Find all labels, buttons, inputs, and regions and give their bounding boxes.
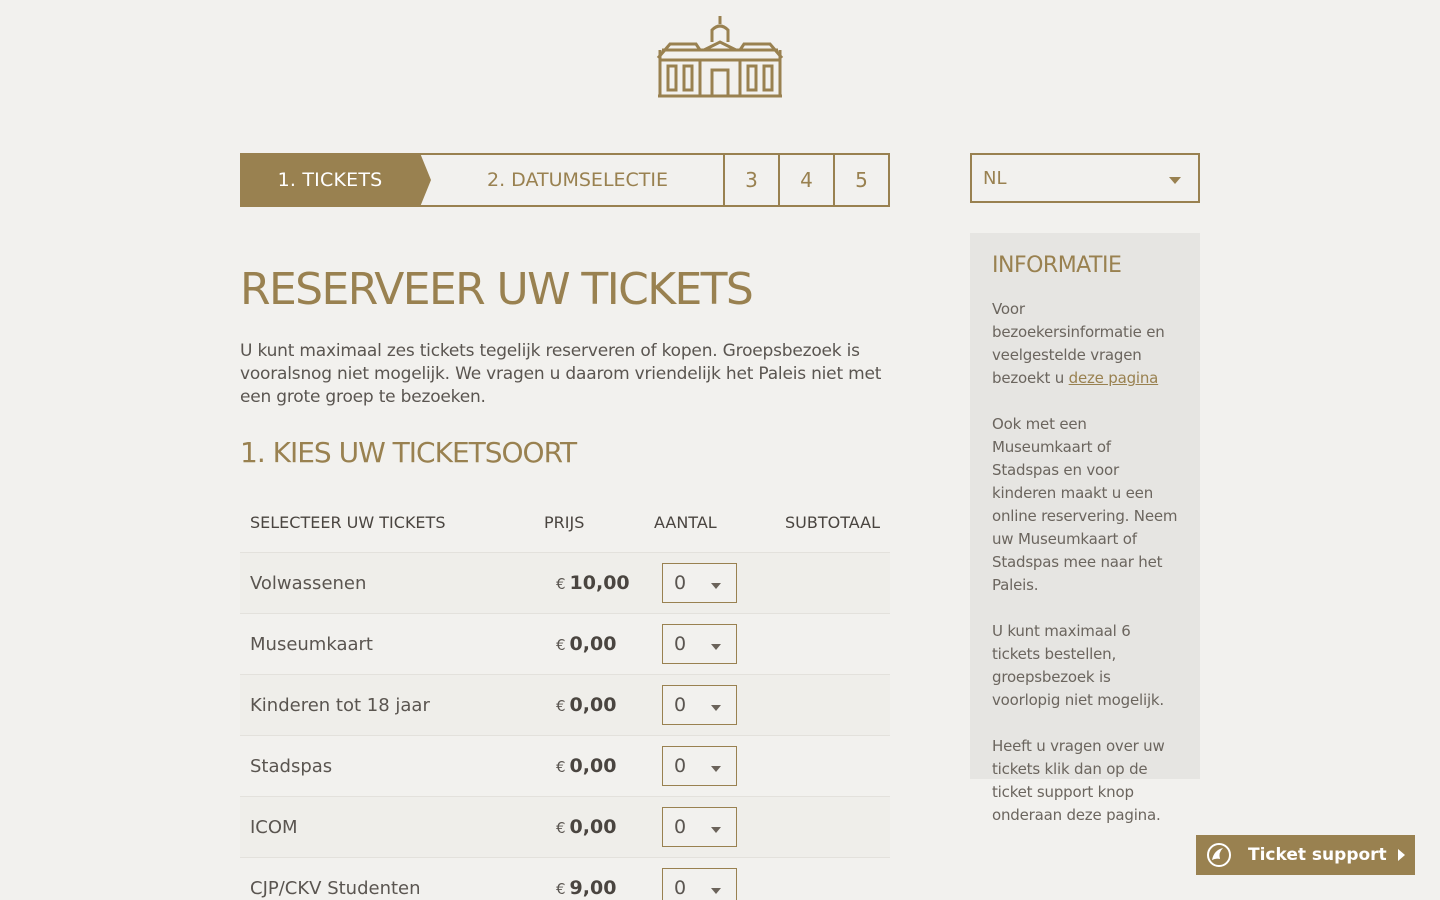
table-row: Volwassenen €10,00 0 — [240, 553, 890, 614]
ticket-name: ICOM — [250, 816, 298, 838]
quantity-select[interactable]: 0 — [662, 685, 737, 725]
section-title: 1. KIES UW TICKETSOORT — [240, 436, 577, 469]
quantity-select[interactable]: 0 — [662, 624, 737, 664]
info-panel: INFORMATIE Voor bezoekersinformatie en v… — [970, 233, 1200, 824]
quantity-select[interactable]: 0 — [662, 746, 737, 786]
ticket-price: €9,00 — [556, 877, 617, 899]
chevron-down-icon — [711, 705, 721, 711]
header-name: SELECTEER UW TICKETS — [250, 512, 446, 532]
chevron-down-icon — [711, 583, 721, 589]
ticket-name: Museumkaart — [250, 633, 373, 655]
ticket-table: SELECTEER UW TICKETS PRIJS AANTAL SUBTOT… — [240, 492, 890, 900]
ticket-name: Stadspas — [250, 755, 333, 777]
palace-icon[interactable] — [656, 14, 784, 100]
chevron-down-icon — [711, 766, 721, 772]
chevron-down-icon — [711, 827, 721, 833]
header-price: PRIJS — [544, 512, 585, 532]
chat-icon — [1207, 843, 1231, 867]
info-paragraph: Heeft u vragen over uw tickets klik dan … — [992, 737, 1165, 824]
info-paragraph: Voor bezoekersinformatie en veelgestelde… — [992, 300, 1165, 387]
ticket-name: Kinderen tot 18 jaar — [250, 694, 430, 716]
step-3[interactable]: 3 — [725, 153, 780, 207]
language-value: NL — [983, 167, 1007, 189]
page-title: RESERVEER UW TICKETS — [240, 264, 754, 315]
table-row: Stadspas €0,00 0 — [240, 736, 890, 797]
step-4[interactable]: 4 — [780, 153, 835, 207]
intro-text: U kunt maximaal zes tickets tegelijk res… — [240, 341, 882, 407]
info-title: INFORMATIE — [992, 253, 1122, 278]
ticket-price: €0,00 — [556, 694, 617, 716]
table-row: Museumkaart €0,00 0 — [240, 614, 890, 675]
step-tickets[interactable]: 1. TICKETS — [240, 153, 431, 207]
table-row: ICOM €0,00 0 — [240, 797, 890, 858]
chevron-down-icon — [1169, 177, 1181, 184]
quantity-select[interactable]: 0 — [662, 868, 737, 900]
header-subtotal: SUBTOTAAL — [785, 512, 880, 532]
header-qty: AANTAL — [654, 512, 717, 532]
ticket-price: €0,00 — [556, 816, 617, 838]
step-5[interactable]: 5 — [835, 153, 890, 207]
table-header: SELECTEER UW TICKETS PRIJS AANTAL SUBTOT… — [240, 492, 890, 553]
ticket-price: €0,00 — [556, 633, 617, 655]
language-select[interactable]: NL — [970, 153, 1200, 203]
quantity-select[interactable]: 0 — [662, 563, 737, 603]
info-paragraph: U kunt maximaal 6 tickets bestellen, gro… — [992, 622, 1164, 709]
chevron-down-icon — [711, 644, 721, 650]
quantity-select[interactable]: 0 — [662, 807, 737, 847]
ticket-support-label: Ticket support — [1248, 845, 1387, 865]
info-paragraph: Ook met een Museumkaart of Stadspas en v… — [992, 415, 1178, 594]
chevron-down-icon — [711, 888, 721, 894]
ticket-price: €0,00 — [556, 755, 617, 777]
table-row: Kinderen tot 18 jaar €0,00 0 — [240, 675, 890, 736]
checkout-steps: 1. TICKETS 2. DATUMSELECTIE 3 4 5 — [240, 153, 890, 207]
ticket-name: Volwassenen — [250, 572, 367, 594]
table-row: CJP/CKV Studenten €9,00 0 — [240, 858, 890, 900]
ticket-name: CJP/CKV Studenten — [250, 877, 421, 899]
info-link[interactable]: deze pagina — [1069, 369, 1159, 387]
ticket-support-button[interactable]: Ticket support — [1196, 835, 1415, 875]
step-datumselectie[interactable]: 2. DATUMSELECTIE — [420, 153, 725, 207]
chevron-right-icon — [1398, 849, 1405, 861]
ticket-price: €10,00 — [556, 572, 630, 594]
